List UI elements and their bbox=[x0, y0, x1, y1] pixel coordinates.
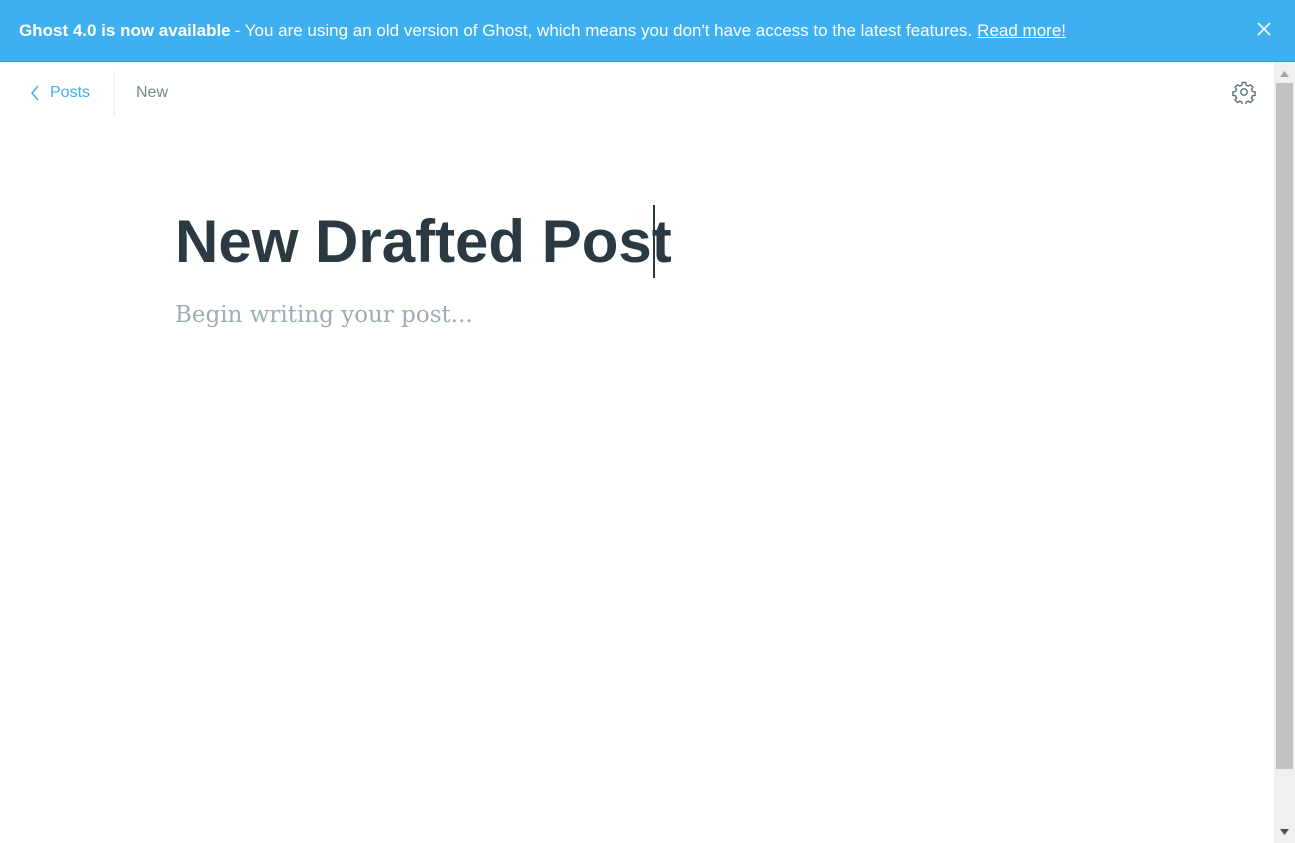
divider bbox=[114, 70, 115, 116]
post-body-editor[interactable]: Begin writing your post... bbox=[175, 302, 473, 328]
scrollbar-thumb[interactable] bbox=[1276, 83, 1293, 769]
gear-icon[interactable] bbox=[1232, 80, 1256, 106]
scroll-down-arrow-icon[interactable] bbox=[1274, 823, 1295, 840]
back-to-posts-link[interactable]: Posts bbox=[30, 82, 90, 104]
post-title-input[interactable]: New Drafted Post bbox=[175, 207, 672, 276]
post-status: New bbox=[136, 84, 169, 101]
editor-area: Posts New New Drafted Post Begin writing… bbox=[0, 62, 1274, 843]
chevron-left-icon bbox=[31, 85, 39, 101]
banner-message: - You are using an old version of Ghost,… bbox=[234, 20, 973, 40]
read-more-link[interactable]: Read more! bbox=[977, 21, 1066, 41]
scroll-up-arrow-icon[interactable] bbox=[1274, 65, 1295, 82]
close-icon[interactable] bbox=[1255, 20, 1273, 38]
text-caret bbox=[653, 205, 655, 278]
back-label: Posts bbox=[50, 84, 91, 101]
banner-headline: Ghost 4.0 is now available bbox=[19, 20, 231, 40]
editor-topbar: Posts New bbox=[0, 62, 1274, 118]
vertical-scrollbar[interactable] bbox=[1274, 62, 1295, 843]
upgrade-banner: Ghost 4.0 is now available - You are usi… bbox=[0, 0, 1295, 62]
